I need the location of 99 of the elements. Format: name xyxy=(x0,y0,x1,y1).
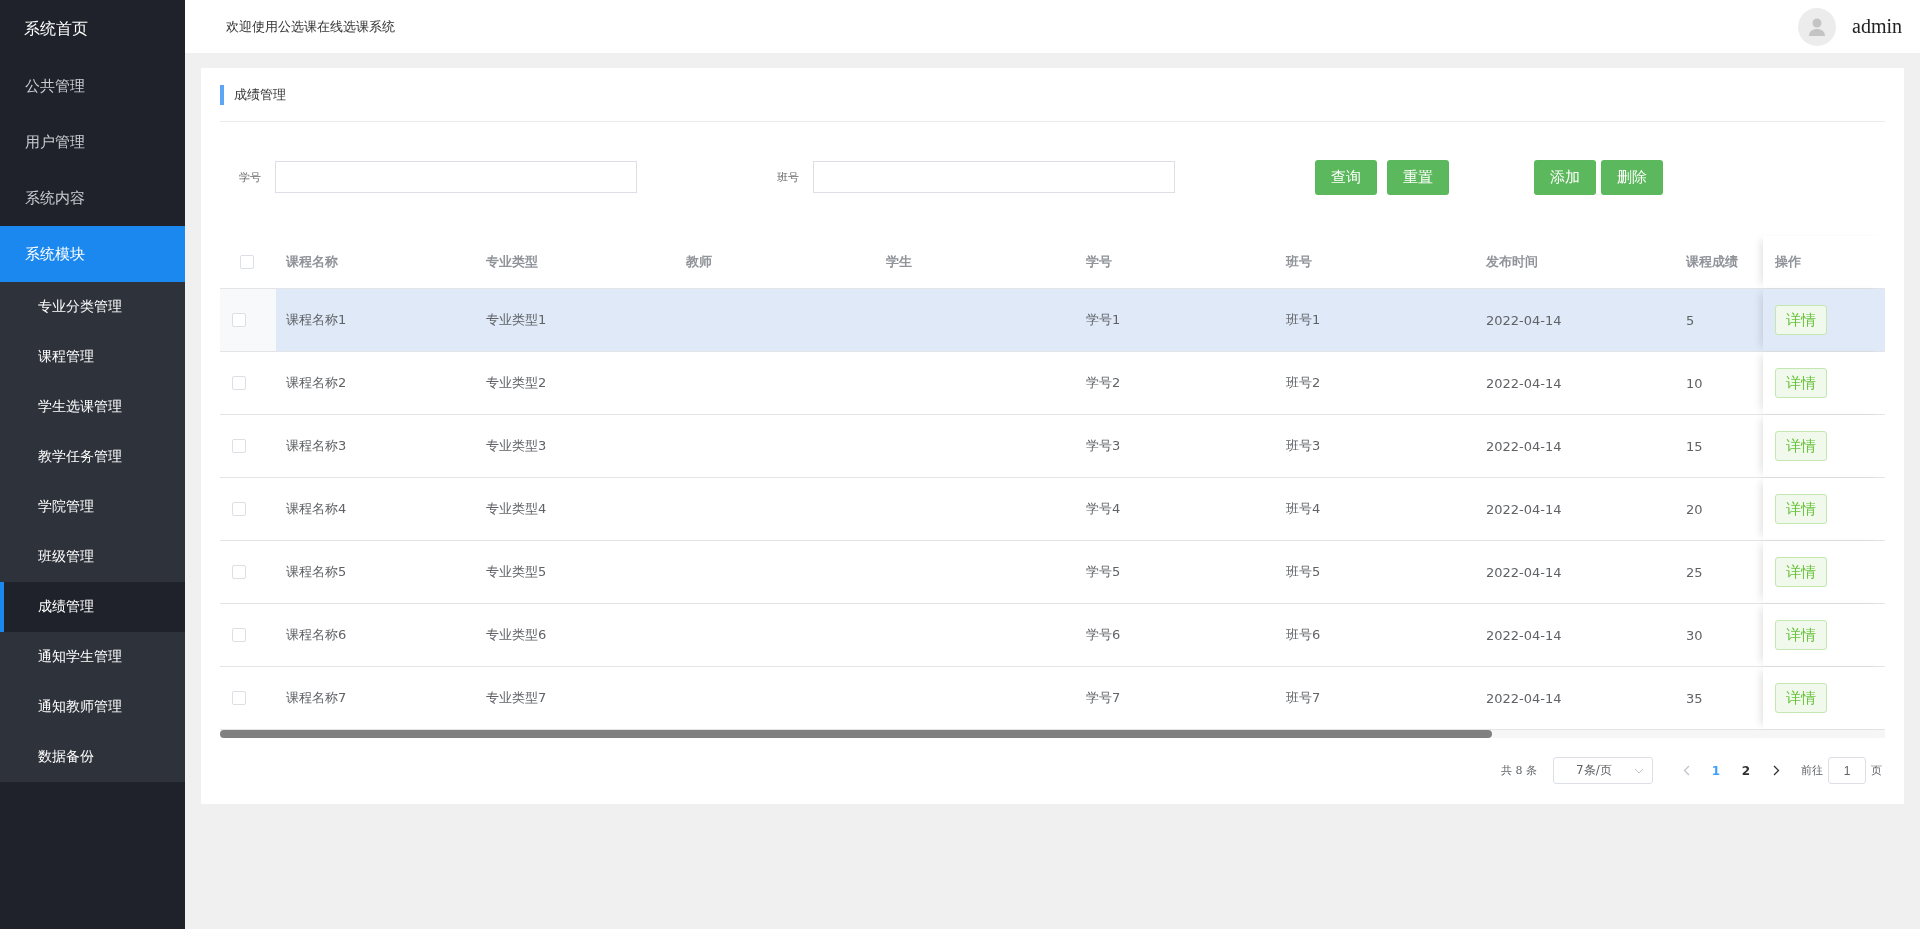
column-header: 教师 xyxy=(685,253,713,271)
table-cell-text: 2022-04-14 xyxy=(1485,626,1563,645)
field-label: 学号 xyxy=(239,169,261,185)
column-header: 班号 xyxy=(1284,253,1313,271)
table-cell-text: 25 xyxy=(1685,563,1704,582)
table-row[interactable]: 课程名称5 专业类型5 学号5 班号5 2022-04-14 25 详情 xyxy=(220,541,1885,604)
table-cell-text: 班号5 xyxy=(1285,563,1322,581)
table-cell-text: 课程名称2 xyxy=(285,374,348,392)
table-row[interactable]: 课程名称3 专业类型3 学号3 班号3 2022-04-14 15 详情 xyxy=(220,415,1885,478)
column-header: 课程名称 xyxy=(284,253,339,271)
table-cell-text: 学号2 xyxy=(1085,374,1122,392)
table-cell-text: 课程名称3 xyxy=(285,437,348,455)
table-cell-text: 学号4 xyxy=(1085,500,1122,518)
page-suffix: 页 xyxy=(1871,763,1882,778)
submenu-item[interactable]: 通知学生管理 xyxy=(0,632,185,682)
goto-label: 前往 xyxy=(1801,763,1823,778)
table-cell-text: 专业类型6 xyxy=(485,626,548,644)
submenu-item[interactable]: 通知教师管理 xyxy=(0,682,185,732)
table-cell-text: 班号1 xyxy=(1285,311,1322,329)
checkbox[interactable] xyxy=(232,376,246,390)
checkbox[interactable] xyxy=(232,691,246,705)
table-cell-text: 专业类型1 xyxy=(485,311,548,329)
total-count: 共 8 条 xyxy=(1501,763,1537,778)
submenu-item[interactable]: 教学任务管理 xyxy=(0,432,185,482)
table-cell-text: 学号3 xyxy=(1085,437,1122,455)
submenu-item[interactable]: 班级管理 xyxy=(0,532,185,582)
table-cell-text: 35 xyxy=(1685,689,1704,708)
chevron-left-icon xyxy=(1682,765,1690,776)
goto-page-field[interactable]: 1 xyxy=(1828,757,1866,784)
column-header: 专业类型 xyxy=(485,253,539,271)
table-cell-text: 课程名称6 xyxy=(285,626,348,644)
table-cell-text: 20 xyxy=(1685,500,1704,519)
table-row[interactable]: 课程名称4 专业类型4 学号4 班号4 2022-04-14 20 详情 xyxy=(220,478,1885,541)
table-cell-text: 学号1 xyxy=(1085,311,1122,329)
table-cell-text: 班号6 xyxy=(1285,626,1322,644)
table-cell-text: 学号5 xyxy=(1085,563,1122,581)
submenu-item[interactable]: 课程管理 xyxy=(0,332,185,382)
chevron-down-icon xyxy=(1634,767,1644,774)
chevron-right-icon xyxy=(1772,765,1780,776)
checkbox[interactable] xyxy=(232,439,246,453)
search-field[interactable] xyxy=(275,161,637,193)
sidebar-item[interactable]: 用户管理 xyxy=(0,114,185,170)
sidebar-item[interactable]: 系统内容 xyxy=(0,170,185,226)
welcome-text: 欢迎使用公选课在线选课系统 xyxy=(226,17,396,36)
table-cell-text: 30 xyxy=(1685,626,1704,645)
submenu-item[interactable]: 成绩管理 xyxy=(0,582,185,632)
table-cell-text: 2022-04-14 xyxy=(1485,437,1563,456)
panel-title: 成绩管理 xyxy=(220,84,286,105)
table-cell-text: 学号7 xyxy=(1085,689,1122,707)
table-row[interactable]: 课程名称2 专业类型2 学号2 班号2 2022-04-14 10 详情 xyxy=(220,352,1885,415)
table-cell-text: 课程名称1 xyxy=(285,311,348,329)
submenu-item[interactable]: 学生选课管理 xyxy=(0,382,185,432)
table-cell-text: 课程名称7 xyxy=(285,689,348,707)
table-cell-text: 5 xyxy=(1685,311,1696,330)
page-number[interactable]: 2 xyxy=(1731,757,1761,784)
table-row[interactable]: 课程名称6 专业类型6 学号6 班号6 2022-04-14 30 详情 xyxy=(220,604,1885,667)
table-cell-text: 班号4 xyxy=(1285,500,1322,518)
submenu-item[interactable]: 数据备份 xyxy=(0,732,185,782)
column-header: 学号 xyxy=(1085,253,1113,271)
table-cell-text: 班号2 xyxy=(1285,374,1322,392)
sidebar-item[interactable]: 系统模块 xyxy=(0,226,185,282)
checkbox[interactable] xyxy=(232,502,246,516)
checkbox[interactable] xyxy=(232,628,246,642)
table-cell-text: 课程名称4 xyxy=(285,500,348,518)
column-header: 发布时间 xyxy=(1485,253,1539,271)
checkbox[interactable] xyxy=(232,565,246,579)
table-cell-text: 班号7 xyxy=(1285,689,1322,707)
table-cell-text: 班号3 xyxy=(1285,437,1322,455)
checkbox[interactable] xyxy=(240,255,254,269)
sidebar-item[interactable]: 公共管理 xyxy=(0,58,185,114)
table-cell-text: 课程名称5 xyxy=(285,563,348,581)
horizontal-scrollbar[interactable] xyxy=(220,730,1885,738)
table-cell-text: 学号6 xyxy=(1085,626,1122,644)
column-header: 课程成绩 xyxy=(1684,253,1739,271)
table-cell-text: 2022-04-14 xyxy=(1485,374,1563,393)
table-cell-text: 2022-04-14 xyxy=(1485,563,1563,582)
search-field[interactable] xyxy=(813,161,1175,193)
page-size-select[interactable]: 7条/页 xyxy=(1553,757,1653,784)
submenu-item[interactable]: 学院管理 xyxy=(0,482,185,532)
table-row[interactable]: 课程名称1 专业类型1 学号1 班号1 2022-04-14 5 详情 xyxy=(220,289,1885,352)
avatar-icon[interactable] xyxy=(1798,7,1836,46)
table-cell-text: 2022-04-14 xyxy=(1485,500,1563,519)
table-cell-text: 专业类型3 xyxy=(485,437,548,455)
table-row[interactable]: 课程名称7 专业类型7 学号7 班号7 2022-04-14 35 详情 xyxy=(220,667,1885,730)
table-cell-text: 专业类型5 xyxy=(485,563,548,581)
table-cell-text: 2022-04-14 xyxy=(1485,311,1563,330)
submenu-item[interactable]: 专业分类管理 xyxy=(0,282,185,332)
column-header: 学生 xyxy=(885,253,913,271)
column-header: 操作 xyxy=(1775,253,1801,271)
table-cell-text: 专业类型4 xyxy=(485,500,548,518)
table-cell-text: 2022-04-14 xyxy=(1485,689,1563,708)
table-cell-text: 专业类型2 xyxy=(485,374,548,392)
table-cell-text: 15 xyxy=(1685,437,1704,456)
checkbox[interactable] xyxy=(232,313,246,327)
table-cell-text: 专业类型7 xyxy=(485,689,548,707)
table-cell-text: 10 xyxy=(1685,374,1704,393)
user-name[interactable]: admin xyxy=(1852,15,1902,38)
sidebar-title[interactable]: 系统首页 xyxy=(0,0,185,58)
field-label: 班号 xyxy=(777,169,799,185)
